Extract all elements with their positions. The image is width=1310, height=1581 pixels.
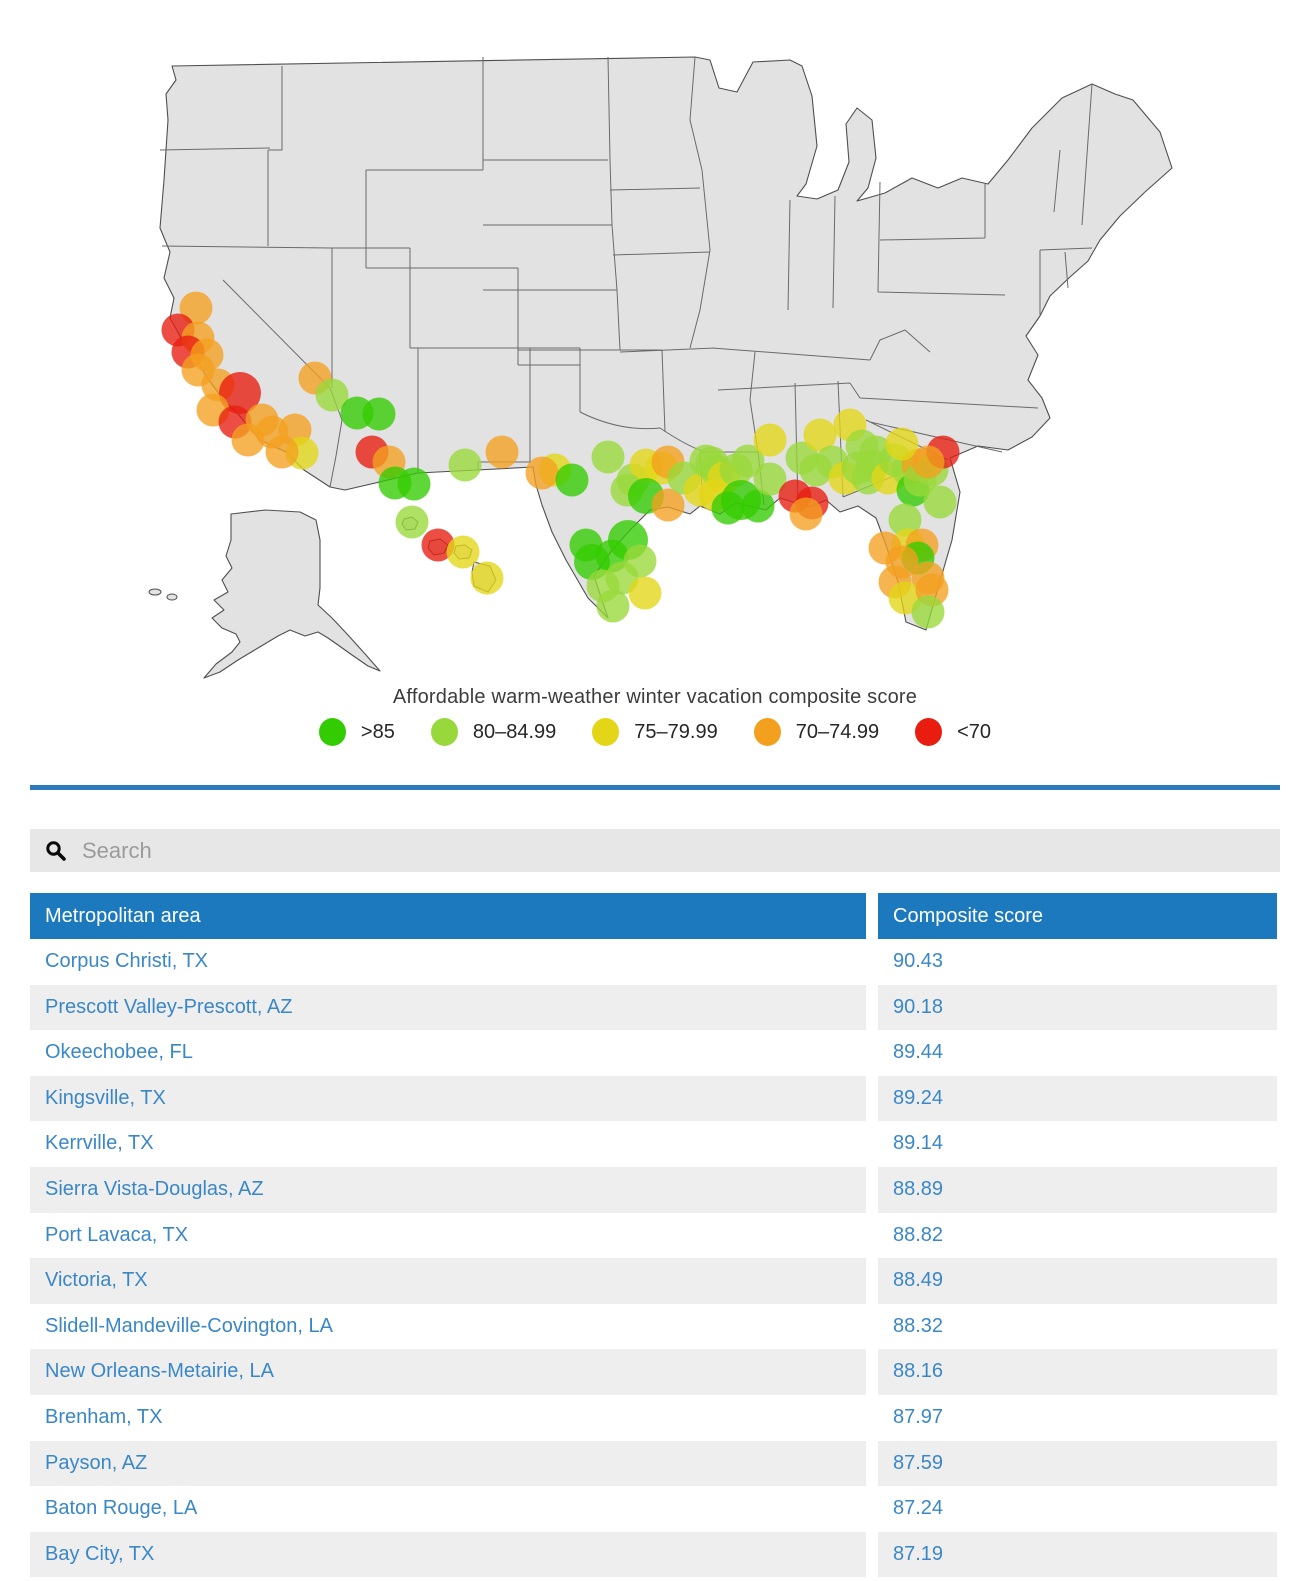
table-header-row: Metropolitan area Composite score bbox=[30, 893, 1280, 939]
table-row: New Orleans-Metairie, LA 88.16 bbox=[30, 1349, 1280, 1395]
legend-label: 75–79.99 bbox=[634, 721, 717, 744]
search-bar[interactable] bbox=[30, 829, 1280, 872]
map-dot[interactable] bbox=[398, 468, 431, 501]
legend-swatch-icon bbox=[592, 718, 619, 746]
score-cell: 88.89 bbox=[878, 1167, 1277, 1213]
score-cell: 88.49 bbox=[878, 1258, 1277, 1304]
table-row: Sierra Vista-Douglas, AZ 88.89 bbox=[30, 1167, 1280, 1213]
map-dot[interactable] bbox=[754, 424, 787, 457]
map-dot[interactable] bbox=[629, 577, 662, 610]
map-dot[interactable] bbox=[624, 545, 657, 578]
map-dot[interactable] bbox=[447, 536, 480, 569]
legend-row: >85 80–84.99 75–79.99 70–74.99 <70 bbox=[0, 718, 1310, 746]
map-legend: Affordable warm-weather winter vacation … bbox=[0, 686, 1310, 746]
legend-swatch-icon bbox=[319, 718, 346, 746]
legend-item-4: <70 bbox=[915, 718, 991, 746]
table-body: Corpus Christi, TX90.43Prescott Valley-P… bbox=[30, 939, 1280, 1577]
metro-area-cell: Kerrville, TX bbox=[30, 1121, 866, 1167]
metro-area-cell: Bay City, TX bbox=[30, 1532, 866, 1578]
score-cell: 90.43 bbox=[878, 939, 1277, 985]
metro-area-cell: Okeechobee, FL bbox=[30, 1030, 866, 1076]
metro-area-cell: Prescott Valley-Prescott, AZ bbox=[30, 985, 866, 1031]
score-cell: 87.59 bbox=[878, 1441, 1277, 1487]
header-metropolitan-area[interactable]: Metropolitan area bbox=[30, 893, 866, 939]
map-dot[interactable] bbox=[556, 464, 589, 497]
table-row: Payson, AZ 87.59 bbox=[30, 1441, 1280, 1487]
score-cell: 89.44 bbox=[878, 1030, 1277, 1076]
score-cell: 89.14 bbox=[878, 1121, 1277, 1167]
score-cell: 88.82 bbox=[878, 1213, 1277, 1259]
map-dot[interactable] bbox=[924, 486, 957, 519]
score-cell: 90.18 bbox=[878, 985, 1277, 1031]
table-row: Kerrville, TX 89.14 bbox=[30, 1121, 1280, 1167]
score-table: Metropolitan area Composite score Corpus… bbox=[30, 893, 1280, 1577]
legend-item-0: >85 bbox=[319, 718, 395, 746]
score-cell: 89.24 bbox=[878, 1076, 1277, 1122]
table-row: Port Lavaca, TX 88.82 bbox=[30, 1213, 1280, 1259]
metro-area-cell: Payson, AZ bbox=[30, 1441, 866, 1487]
legend-label: 80–84.99 bbox=[473, 721, 556, 744]
table-row: Kingsville, TX 89.24 bbox=[30, 1076, 1280, 1122]
table-row: Corpus Christi, TX 90.43 bbox=[30, 939, 1280, 985]
map-dot[interactable] bbox=[471, 562, 504, 595]
table-row: Baton Rouge, LA 87.24 bbox=[30, 1486, 1280, 1532]
table-row: Brenham, TX 87.97 bbox=[30, 1395, 1280, 1441]
map-dot[interactable] bbox=[363, 398, 396, 431]
score-cell: 87.97 bbox=[878, 1395, 1277, 1441]
section-divider bbox=[30, 785, 1280, 790]
metro-area-cell: Slidell-Mandeville-Covington, LA bbox=[30, 1304, 866, 1350]
score-cell: 88.16 bbox=[878, 1349, 1277, 1395]
map-dot[interactable] bbox=[266, 436, 299, 469]
legend-label: >85 bbox=[361, 721, 395, 744]
map-dot[interactable] bbox=[912, 596, 945, 629]
alaska-outline bbox=[204, 510, 380, 678]
score-cell: 87.19 bbox=[878, 1532, 1277, 1578]
legend-label: 70–74.99 bbox=[796, 721, 879, 744]
alaska-island bbox=[167, 594, 177, 600]
us-map bbox=[0, 0, 1310, 686]
metro-area-cell: Baton Rouge, LA bbox=[30, 1486, 866, 1532]
map-dot[interactable] bbox=[597, 590, 630, 623]
score-cell: 87.24 bbox=[878, 1486, 1277, 1532]
map-dot[interactable] bbox=[449, 449, 482, 482]
legend-item-1: 80–84.99 bbox=[431, 718, 556, 746]
score-cell: 88.32 bbox=[878, 1304, 1277, 1350]
map-dot[interactable] bbox=[912, 446, 945, 479]
metro-area-cell: Corpus Christi, TX bbox=[30, 939, 866, 985]
table-row: Prescott Valley-Prescott, AZ 90.18 bbox=[30, 985, 1280, 1031]
metro-area-cell: New Orleans-Metairie, LA bbox=[30, 1349, 866, 1395]
alaska-island bbox=[149, 589, 161, 595]
map-dot[interactable] bbox=[592, 441, 625, 474]
metro-area-cell: Brenham, TX bbox=[30, 1395, 866, 1441]
vacation-score-map-figure: Affordable warm-weather winter vacation … bbox=[0, 0, 1310, 746]
legend-swatch-icon bbox=[915, 718, 942, 746]
table-row: Okeechobee, FL 89.44 bbox=[30, 1030, 1280, 1076]
table-row: Bay City, TX 87.19 bbox=[30, 1532, 1280, 1578]
legend-item-3: 70–74.99 bbox=[754, 718, 879, 746]
metro-area-cell: Kingsville, TX bbox=[30, 1076, 866, 1122]
header-composite-score[interactable]: Composite score bbox=[878, 893, 1277, 939]
map-dot[interactable] bbox=[486, 436, 519, 469]
legend-swatch-icon bbox=[754, 718, 781, 746]
search-input[interactable] bbox=[80, 837, 1280, 865]
map-dot[interactable] bbox=[526, 457, 559, 490]
table-row: Victoria, TX 88.49 bbox=[30, 1258, 1280, 1304]
metro-area-cell: Port Lavaca, TX bbox=[30, 1213, 866, 1259]
metro-area-cell: Victoria, TX bbox=[30, 1258, 866, 1304]
metro-area-cell: Sierra Vista-Douglas, AZ bbox=[30, 1167, 866, 1213]
map-dot[interactable] bbox=[790, 498, 823, 531]
legend-swatch-icon bbox=[431, 718, 458, 746]
legend-label: <70 bbox=[957, 721, 991, 744]
search-icon bbox=[45, 840, 67, 862]
legend-item-2: 75–79.99 bbox=[592, 718, 717, 746]
map-dot[interactable] bbox=[396, 506, 429, 539]
legend-title: Affordable warm-weather winter vacation … bbox=[0, 686, 1310, 709]
table-row: Slidell-Mandeville-Covington, LA 88.32 bbox=[30, 1304, 1280, 1350]
